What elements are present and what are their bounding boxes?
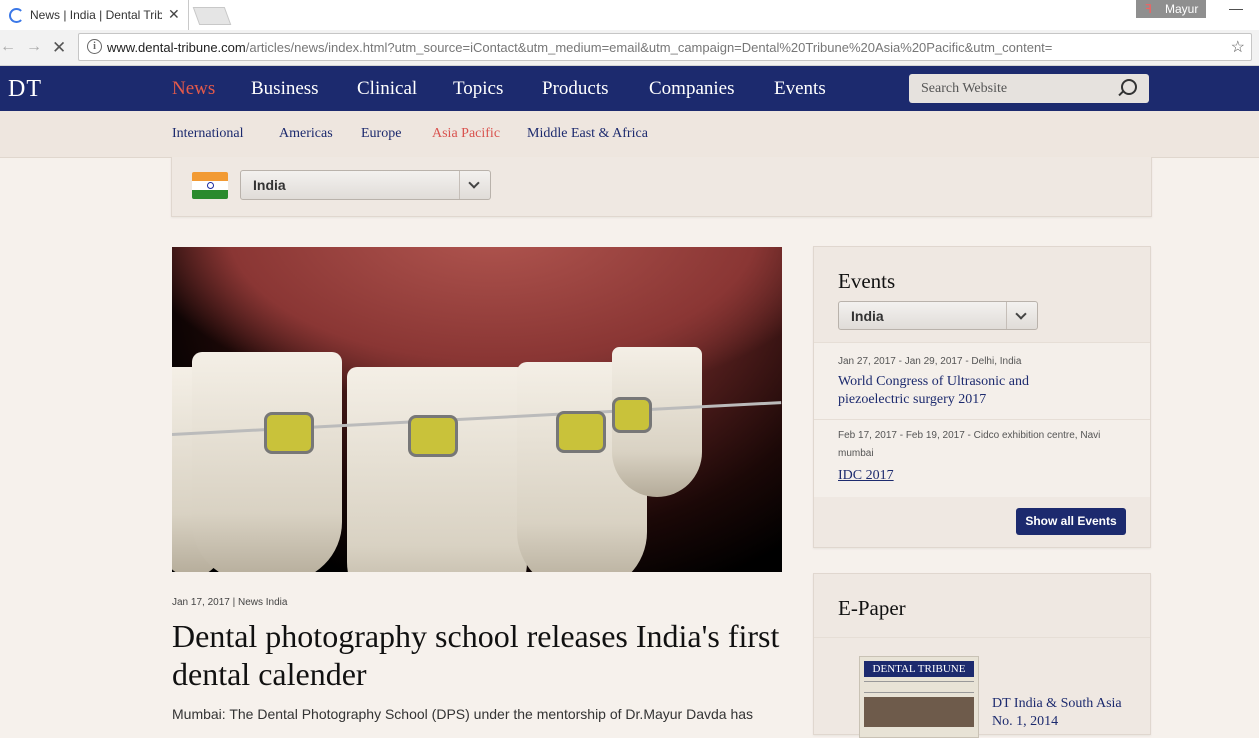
browser-tab[interactable]: News | India | Dental Tribune ✕ [0,0,189,30]
nav-item-business[interactable]: Business [251,78,319,100]
article-category[interactable]: News India [238,597,287,608]
browser-tab-strip: News | India | Dental Tribune ✕ ꟻ Mayur … [0,0,1259,30]
nav-item-news[interactable]: News [172,78,215,100]
search-icon[interactable] [1121,79,1137,95]
event-item: Jan 27, 2017 - Jan 29, 2017 - Delhi, Ind… [814,342,1150,419]
subnav-item-europe[interactable]: Europe [361,126,401,142]
events-panel: Events India Jan 27, 2017 - Jan 29, 2017… [813,246,1151,548]
article-lede: Mumbai: The Dental Photography School (D… [172,706,754,722]
site-main-nav: DT News Business Clinical Topics Product… [0,66,1259,111]
nav-item-products[interactable]: Products [542,78,609,100]
event-date: Jan 27, 2017 - Jan 29, 2017 - Delhi, Ind… [838,356,1022,367]
article-meta: Jan 17, 2017 | News India [172,597,288,608]
nav-item-events[interactable]: Events [774,78,826,100]
close-tab-icon[interactable]: ✕ [168,6,180,23]
events-country-select[interactable]: India [838,301,1038,330]
subnav-item-asia-pacific[interactable]: Asia Pacific [432,126,500,142]
search-input[interactable]: Search Website [921,81,1007,97]
events-title: Events [838,269,896,293]
new-tab-button[interactable] [192,7,232,25]
profile-name: Mayur [1165,2,1199,16]
subnav-item-middle-east-africa[interactable]: Middle East & Africa [527,126,648,142]
site-info-icon[interactable]: i [87,39,102,54]
subnav-item-international[interactable]: International [172,126,244,142]
loading-spinner-icon [9,8,24,23]
profile-icon: ꟻ [1145,2,1152,16]
browser-toolbar: ← → ✕ i www.dental-tribune.com/articles/… [0,30,1259,66]
tab-title: News | India | Dental Tribune [30,8,162,22]
event-date: Feb 17, 2017 - Feb 19, 2017 - Cidco exhi… [838,430,1101,459]
nav-item-topics[interactable]: Topics [453,78,503,100]
event-item: Feb 17, 2017 - Feb 19, 2017 - Cidco exhi… [814,419,1150,497]
article-headline[interactable]: Dental photography school releases India… [172,617,792,693]
search-box[interactable]: Search Website [909,74,1149,103]
article-date: Jan 17, 2017 [172,597,230,608]
address-bar[interactable]: i www.dental-tribune.com/articles/news/i… [78,33,1252,61]
subnav-item-americas[interactable]: Americas [279,126,333,142]
nav-item-clinical[interactable]: Clinical [357,78,417,100]
india-flag-icon [192,172,228,199]
event-link[interactable]: World Congress of Ultrasonic and piezoel… [838,373,1078,409]
stop-loading-icon[interactable]: ✕ [52,38,66,58]
epaper-title: E-Paper [838,596,906,620]
site-logo[interactable]: DT [8,76,42,103]
epaper-panel: E-Paper DENTAL TRIBUNE DT India & South … [813,573,1151,738]
back-arrow-icon[interactable]: ← [0,38,16,56]
bookmark-star-icon[interactable]: ☆ [1231,37,1245,57]
forward-arrow-icon[interactable]: → [26,38,42,56]
epaper-cover-image[interactable]: DENTAL TRIBUNE [859,656,979,738]
show-all-events-button[interactable]: Show all Events [1016,508,1126,535]
url-text[interactable]: www.dental-tribune.com/articles/news/ind… [107,40,1217,55]
country-selector-bar: India [171,157,1152,217]
article-hero-image[interactable] [172,247,782,572]
epaper-issue-link[interactable]: DT India & South Asia No. 1, 2014 [992,695,1142,731]
region-subnav: International Americas Europe Asia Pacif… [0,111,1259,158]
country-select[interactable]: India [240,170,491,200]
profile-button[interactable]: ꟻ Mayur [1136,0,1206,18]
event-link[interactable]: IDC 2017 [838,467,1078,485]
nav-item-companies[interactable]: Companies [649,78,735,100]
chevron-down-icon [1006,302,1037,329]
minimize-window-button[interactable]: — [1229,0,1245,16]
chevron-down-icon [459,171,490,199]
